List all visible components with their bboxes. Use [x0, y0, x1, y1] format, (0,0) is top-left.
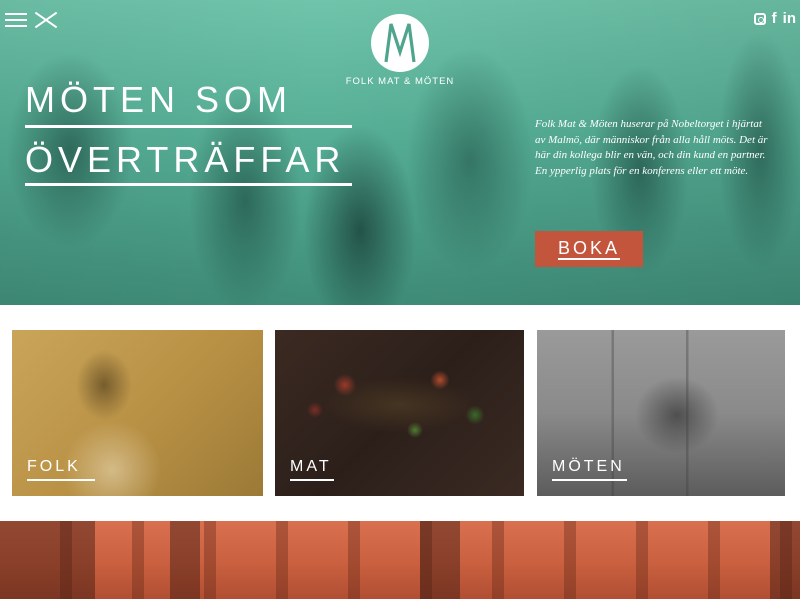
banner-shadow — [170, 521, 200, 599]
headline-divider — [25, 125, 352, 128]
tile-label-underline — [27, 479, 95, 481]
tile-mat[interactable]: MAT — [275, 330, 524, 496]
banner-shadow — [0, 521, 95, 599]
hamburger-icon-line — [5, 19, 27, 21]
tile-label: FOLK — [27, 458, 81, 475]
tile-label: MAT — [290, 458, 332, 475]
hamburger-icon-line — [5, 13, 27, 15]
hamburger-icon-line — [5, 25, 27, 27]
tile-label: MÖTEN — [552, 458, 625, 475]
instagram-icon[interactable] — [753, 13, 766, 25]
brand-name: FOLK MAT & MÖTEN — [345, 76, 455, 87]
brand-logo[interactable] — [371, 14, 429, 72]
social-links: f in — [753, 11, 796, 27]
tile-label-underline — [290, 479, 334, 481]
tile-label-underline — [552, 479, 627, 481]
banner-shadow — [420, 521, 460, 599]
hero-section: FOLK MAT & MÖTEN f in MÖTEN SOM ÖVERTRÄF… — [0, 0, 800, 305]
hero-headline-line-1: MÖTEN SOM — [25, 79, 292, 120]
hero-headline-line-2: ÖVERTRÄFFAR — [25, 139, 346, 180]
menu-toggle-button[interactable] — [5, 11, 55, 29]
facebook-icon[interactable]: f — [772, 11, 777, 27]
hero-intro-text: Folk Mat & Möten huserar på Nobeltorget … — [535, 118, 768, 177]
boka-button-label: BOKA — [557, 238, 621, 260]
bottom-banner-image — [0, 521, 800, 599]
close-icon — [33, 11, 57, 29]
headline-divider — [25, 183, 352, 186]
logo-m-icon — [384, 23, 416, 63]
tile-moten[interactable]: MÖTEN — [537, 330, 785, 496]
tile-folk[interactable]: FOLK — [12, 330, 263, 496]
banner-shadow — [770, 521, 800, 599]
boka-button[interactable]: BOKA — [535, 231, 643, 267]
linkedin-icon[interactable]: in — [783, 11, 796, 27]
